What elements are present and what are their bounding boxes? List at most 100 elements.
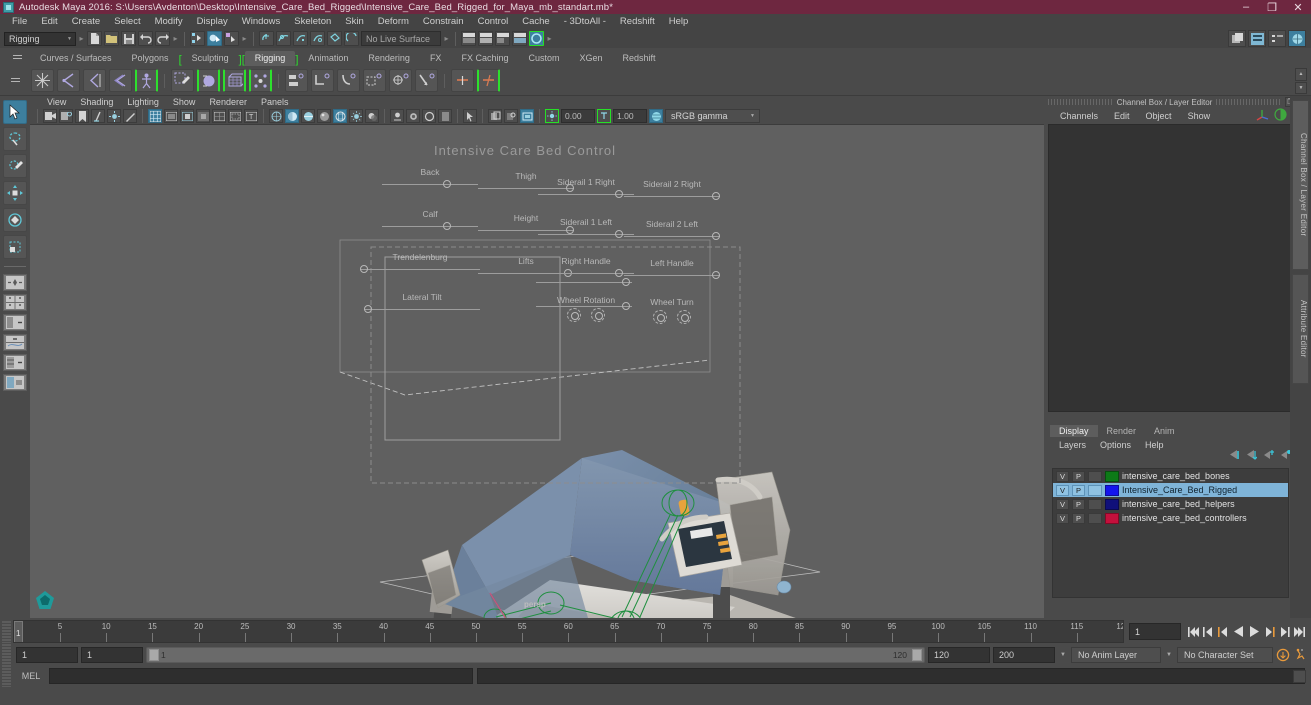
menu-display[interactable]: Display: [190, 14, 235, 29]
layer-visibility-toggle[interactable]: V: [1056, 470, 1069, 482]
xray-joints-icon[interactable]: [504, 109, 518, 123]
close-button[interactable]: ✕: [1285, 0, 1311, 14]
use-default-material-icon[interactable]: [317, 109, 331, 123]
lasso-tool-icon[interactable]: [3, 127, 27, 151]
pole-vector-constraint-icon[interactable]: [415, 69, 438, 92]
lattice-deformer-icon[interactable]: [223, 69, 246, 92]
shelf-menu-icon[interactable]: [10, 50, 24, 64]
layer-row-controllers[interactable]: V P intensive_care_bed_controllers: [1053, 511, 1288, 525]
shelf-tab-fx[interactable]: FX: [419, 51, 452, 66]
wireframe-shading-icon[interactable]: [269, 109, 283, 123]
exposure-field[interactable]: 0.00: [561, 109, 595, 123]
scale-tool-icon[interactable]: [3, 235, 27, 259]
range-slider-drag-handle[interactable]: [2, 644, 11, 666]
wheel-turn-dial-b-icon[interactable]: [677, 310, 692, 324]
status-collapse-2[interactable]: ▸: [172, 34, 179, 43]
use-all-lights-icon[interactable]: [349, 109, 363, 123]
layout-persp-uv-icon[interactable]: [3, 374, 27, 391]
current-frame-field[interactable]: 1: [1129, 623, 1181, 640]
snap-to-view-plane-icon[interactable]: [327, 31, 342, 46]
screen-space-ao-icon[interactable]: [390, 109, 404, 123]
hud-slider-siderail-1-left[interactable]: Siderail 1 Left: [538, 217, 634, 238]
panel-menu-lighting[interactable]: Lighting: [120, 96, 166, 108]
hud-slider-lateral-tilt-track[interactable]: [364, 305, 480, 313]
ik-spline-handle-icon[interactable]: [477, 69, 500, 92]
anim-end-time-field[interactable]: 200: [993, 647, 1055, 663]
xray-mode-icon[interactable]: [488, 109, 502, 123]
render-current-frame-icon[interactable]: [1288, 30, 1306, 47]
layer-color-swatch[interactable]: [1105, 498, 1119, 510]
color-space-selector[interactable]: sRGB gamma: [665, 109, 760, 123]
toggle-safe-action-icon[interactable]: [228, 109, 242, 123]
select-camera-icon[interactable]: [43, 109, 57, 123]
connect-joint-icon[interactable]: [109, 69, 132, 92]
show-outliner-icon[interactable]: [461, 31, 476, 46]
xray-active-components-icon[interactable]: [520, 109, 534, 123]
redo-icon[interactable]: [155, 31, 170, 46]
layer-visibility-toggle[interactable]: V: [1056, 484, 1069, 496]
go-to-end-icon[interactable]: [1292, 623, 1306, 640]
toggle-channel-box-layer-editor-icon[interactable]: [529, 31, 544, 46]
help-line-popup-button[interactable]: [1293, 670, 1306, 683]
snap-to-projected-center-icon[interactable]: [310, 31, 325, 46]
cluster-deformer-icon[interactable]: [249, 69, 272, 92]
channel-menu-show[interactable]: Show: [1180, 108, 1219, 124]
layer-menu-help[interactable]: Help: [1138, 438, 1171, 452]
wheel-rotation-dial-a-icon[interactable]: [566, 308, 581, 322]
bind-skin-icon[interactable]: [197, 69, 220, 92]
viewport-canvas[interactable]: LINET: [30, 125, 1044, 618]
layer-name[interactable]: intensive_care_bed_bones: [1122, 471, 1230, 481]
hud-slider-back-track[interactable]: [382, 180, 478, 188]
anim-layer-dropdown-arrow[interactable]: ▼: [1058, 652, 1068, 658]
hud-slider-left-handle-track[interactable]: [624, 271, 721, 279]
snap-to-grid-icon[interactable]: [259, 31, 274, 46]
rotate-tool-icon[interactable]: [3, 208, 27, 232]
bookmark-icon[interactable]: [75, 109, 89, 123]
open-scene-icon[interactable]: [104, 31, 119, 46]
image-plane-icon[interactable]: [91, 109, 105, 123]
minimize-button[interactable]: –: [1233, 0, 1259, 14]
toggle-film-gate-icon[interactable]: [164, 109, 178, 123]
layer-row-helpers[interactable]: V P intensive_care_bed_helpers: [1053, 497, 1288, 511]
play-backwards-icon[interactable]: [1232, 623, 1246, 640]
layer-playback-toggle[interactable]: P: [1072, 512, 1085, 524]
menu-windows[interactable]: Windows: [235, 14, 288, 29]
channel-menu-object[interactable]: Object: [1138, 108, 1180, 124]
grease-pencil-icon[interactable]: [123, 109, 137, 123]
layer-playback-toggle[interactable]: P: [1072, 470, 1085, 482]
layer-visibility-toggle[interactable]: V: [1056, 498, 1069, 510]
hud-slider-calf-track[interactable]: [382, 222, 478, 230]
panel-menu-renderer[interactable]: Renderer: [202, 96, 254, 108]
layer-type-toggle[interactable]: [1088, 498, 1102, 510]
gamma-icon[interactable]: [597, 109, 611, 123]
move-layer-up-icon[interactable]: [1229, 449, 1240, 460]
two-d-pan-zoom-icon[interactable]: [107, 109, 121, 123]
hud-slider-calf[interactable]: Calf: [382, 209, 478, 230]
menu-skeleton[interactable]: Skeleton: [287, 14, 338, 29]
toggle-resolution-gate-icon[interactable]: [180, 109, 194, 123]
depth-of-field-icon[interactable]: [438, 109, 452, 123]
wheel-turn-dial-a-icon[interactable]: [652, 310, 667, 324]
menu-modify[interactable]: Modify: [148, 14, 190, 29]
manipulator-axes-icon[interactable]: [1256, 108, 1269, 121]
layer-menu-layers[interactable]: Layers: [1052, 438, 1093, 452]
menu-select[interactable]: Select: [107, 14, 147, 29]
select-by-object-icon[interactable]: [207, 31, 222, 46]
toggle-gate-mask-icon[interactable]: [196, 109, 210, 123]
hud-slider-left-handle[interactable]: Left Handle: [624, 258, 721, 279]
layer-color-swatch[interactable]: [1105, 512, 1119, 524]
ik-handle-icon[interactable]: [451, 69, 474, 92]
status-collapse-5[interactable]: ▸: [546, 34, 553, 43]
hud-slider-lifts-extra[interactable]: [536, 278, 632, 286]
parent-constraint-icon[interactable]: [285, 69, 308, 92]
toggle-field-chart-icon[interactable]: [212, 109, 226, 123]
menu-help[interactable]: Help: [662, 14, 696, 29]
hud-slider-lifts-extra-track[interactable]: [536, 278, 632, 286]
hud-slider-siderail-1-right-track[interactable]: [538, 190, 634, 198]
menu-set-selector[interactable]: Rigging: [4, 31, 76, 46]
time-slider-drag-handle[interactable]: [2, 620, 11, 643]
step-forward-key-icon[interactable]: [1277, 623, 1291, 640]
layout-persp-hypershade-icon[interactable]: [3, 354, 27, 371]
shelf-scroll-buttons[interactable]: ▲ ▼: [1295, 68, 1307, 94]
panel-menu-panels[interactable]: Panels: [254, 96, 296, 108]
